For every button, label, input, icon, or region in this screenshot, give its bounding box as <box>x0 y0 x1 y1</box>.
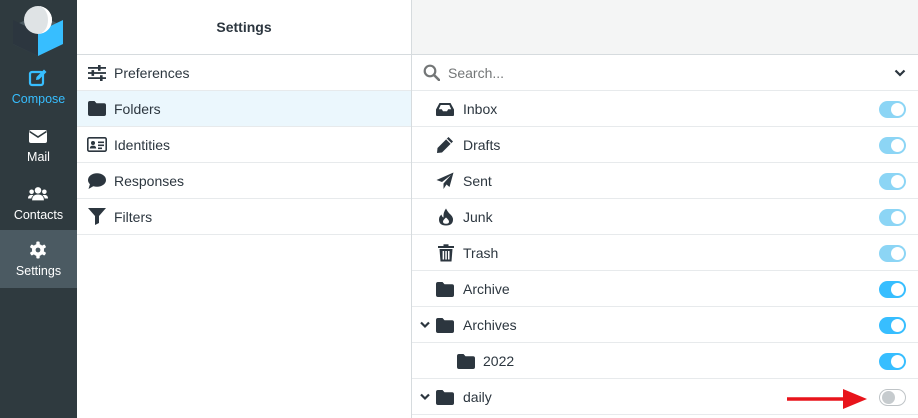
settings-item-label: Responses <box>114 172 185 189</box>
folder-name: Junk <box>463 209 493 225</box>
fire-icon <box>439 208 453 226</box>
folder-icon <box>436 282 454 297</box>
filter-icon <box>87 208 107 226</box>
red-arrow-annotation-icon <box>787 389 867 409</box>
folder-row-archive[interactable]: Archive <box>412 271 918 307</box>
folder-name: Sent <box>463 173 492 189</box>
subscribe-toggle[interactable] <box>879 281 906 298</box>
users-icon <box>28 187 48 201</box>
settings-item-identities[interactable]: Identities <box>77 127 411 163</box>
settings-item-filters[interactable]: Filters <box>77 199 411 235</box>
nav-rail: Compose Mail Contacts Settings <box>0 0 77 418</box>
folder-icon <box>436 318 454 333</box>
nav-mail-label: Mail <box>27 150 50 164</box>
settings-item-responses[interactable]: Responses <box>77 163 411 199</box>
folder-name: 2022 <box>483 353 515 369</box>
folder-name: Archive <box>463 281 510 297</box>
nav-settings[interactable]: Settings <box>0 230 77 288</box>
subscribe-toggle[interactable] <box>879 317 906 334</box>
chevron-down-icon[interactable] <box>419 319 431 331</box>
inbox-icon <box>436 103 454 116</box>
nav-compose-label: Compose <box>11 92 66 106</box>
settings-item-label: Filters <box>114 208 153 225</box>
nav-contacts[interactable]: Contacts <box>0 174 77 232</box>
gear-icon <box>30 241 46 259</box>
subscribe-toggle[interactable] <box>879 245 906 262</box>
search-icon <box>423 64 440 81</box>
sliders-icon <box>87 64 107 82</box>
settings-sections-panel: Settings Preferences Folders Identities … <box>77 0 412 418</box>
folder-name: Trash <box>463 245 499 261</box>
settings-item-label: Folders <box>114 100 161 117</box>
folders-panel-header <box>412 0 918 55</box>
folder-icon <box>87 100 107 118</box>
folder-icon <box>436 390 454 405</box>
subscribe-toggle[interactable] <box>879 101 906 118</box>
trash-icon <box>438 244 454 262</box>
folder-icon <box>457 354 475 369</box>
folder-name: daily <box>463 389 492 405</box>
compose-icon <box>28 69 47 87</box>
settings-panel-header: Settings <box>77 0 411 55</box>
folder-row-junk[interactable]: Junk <box>412 199 918 235</box>
subscribe-toggle[interactable] <box>879 353 906 370</box>
folder-row-inbox[interactable]: Inbox <box>412 91 918 127</box>
nav-compose[interactable]: Compose <box>0 58 77 116</box>
settings-item-label: Preferences <box>114 64 190 81</box>
subscribe-toggle[interactable] <box>879 137 906 154</box>
subscribe-toggle[interactable] <box>879 173 906 190</box>
folder-row-archives[interactable]: Archives <box>412 307 918 343</box>
folder-search-input[interactable] <box>448 64 894 81</box>
chevron-down-icon[interactable] <box>894 68 906 78</box>
folder-row-2022[interactable]: 2022 <box>412 343 918 379</box>
folders-panel: Inbox Drafts Sent Junk <box>412 0 918 418</box>
comment-icon <box>87 172 107 190</box>
roundcube-logo-icon[interactable] <box>11 4 65 56</box>
folder-name: Inbox <box>463 101 498 117</box>
nav-mail[interactable]: Mail <box>0 116 77 174</box>
nav-settings-label: Settings <box>15 264 62 278</box>
envelope-icon <box>29 130 47 143</box>
settings-item-label: Identities <box>114 136 171 153</box>
subscribe-toggle[interactable] <box>879 209 906 226</box>
folder-name: Drafts <box>463 137 501 153</box>
paper-plane-icon <box>436 172 454 189</box>
folder-row-drafts[interactable]: Drafts <box>412 127 918 163</box>
chevron-down-icon[interactable] <box>419 391 431 403</box>
folder-row-sent[interactable]: Sent <box>412 163 918 199</box>
settings-item-preferences[interactable]: Preferences <box>77 55 411 91</box>
folder-search-bar <box>412 55 918 91</box>
subscribe-toggle[interactable] <box>879 389 906 406</box>
id-card-icon <box>87 136 107 154</box>
settings-item-folders[interactable]: Folders <box>77 91 411 127</box>
folder-row-trash[interactable]: Trash <box>412 235 918 271</box>
settings-panel-title: Settings <box>216 19 272 35</box>
folder-name: Archives <box>463 317 517 333</box>
nav-contacts-label: Contacts <box>13 208 64 222</box>
pencil-icon <box>437 137 453 153</box>
